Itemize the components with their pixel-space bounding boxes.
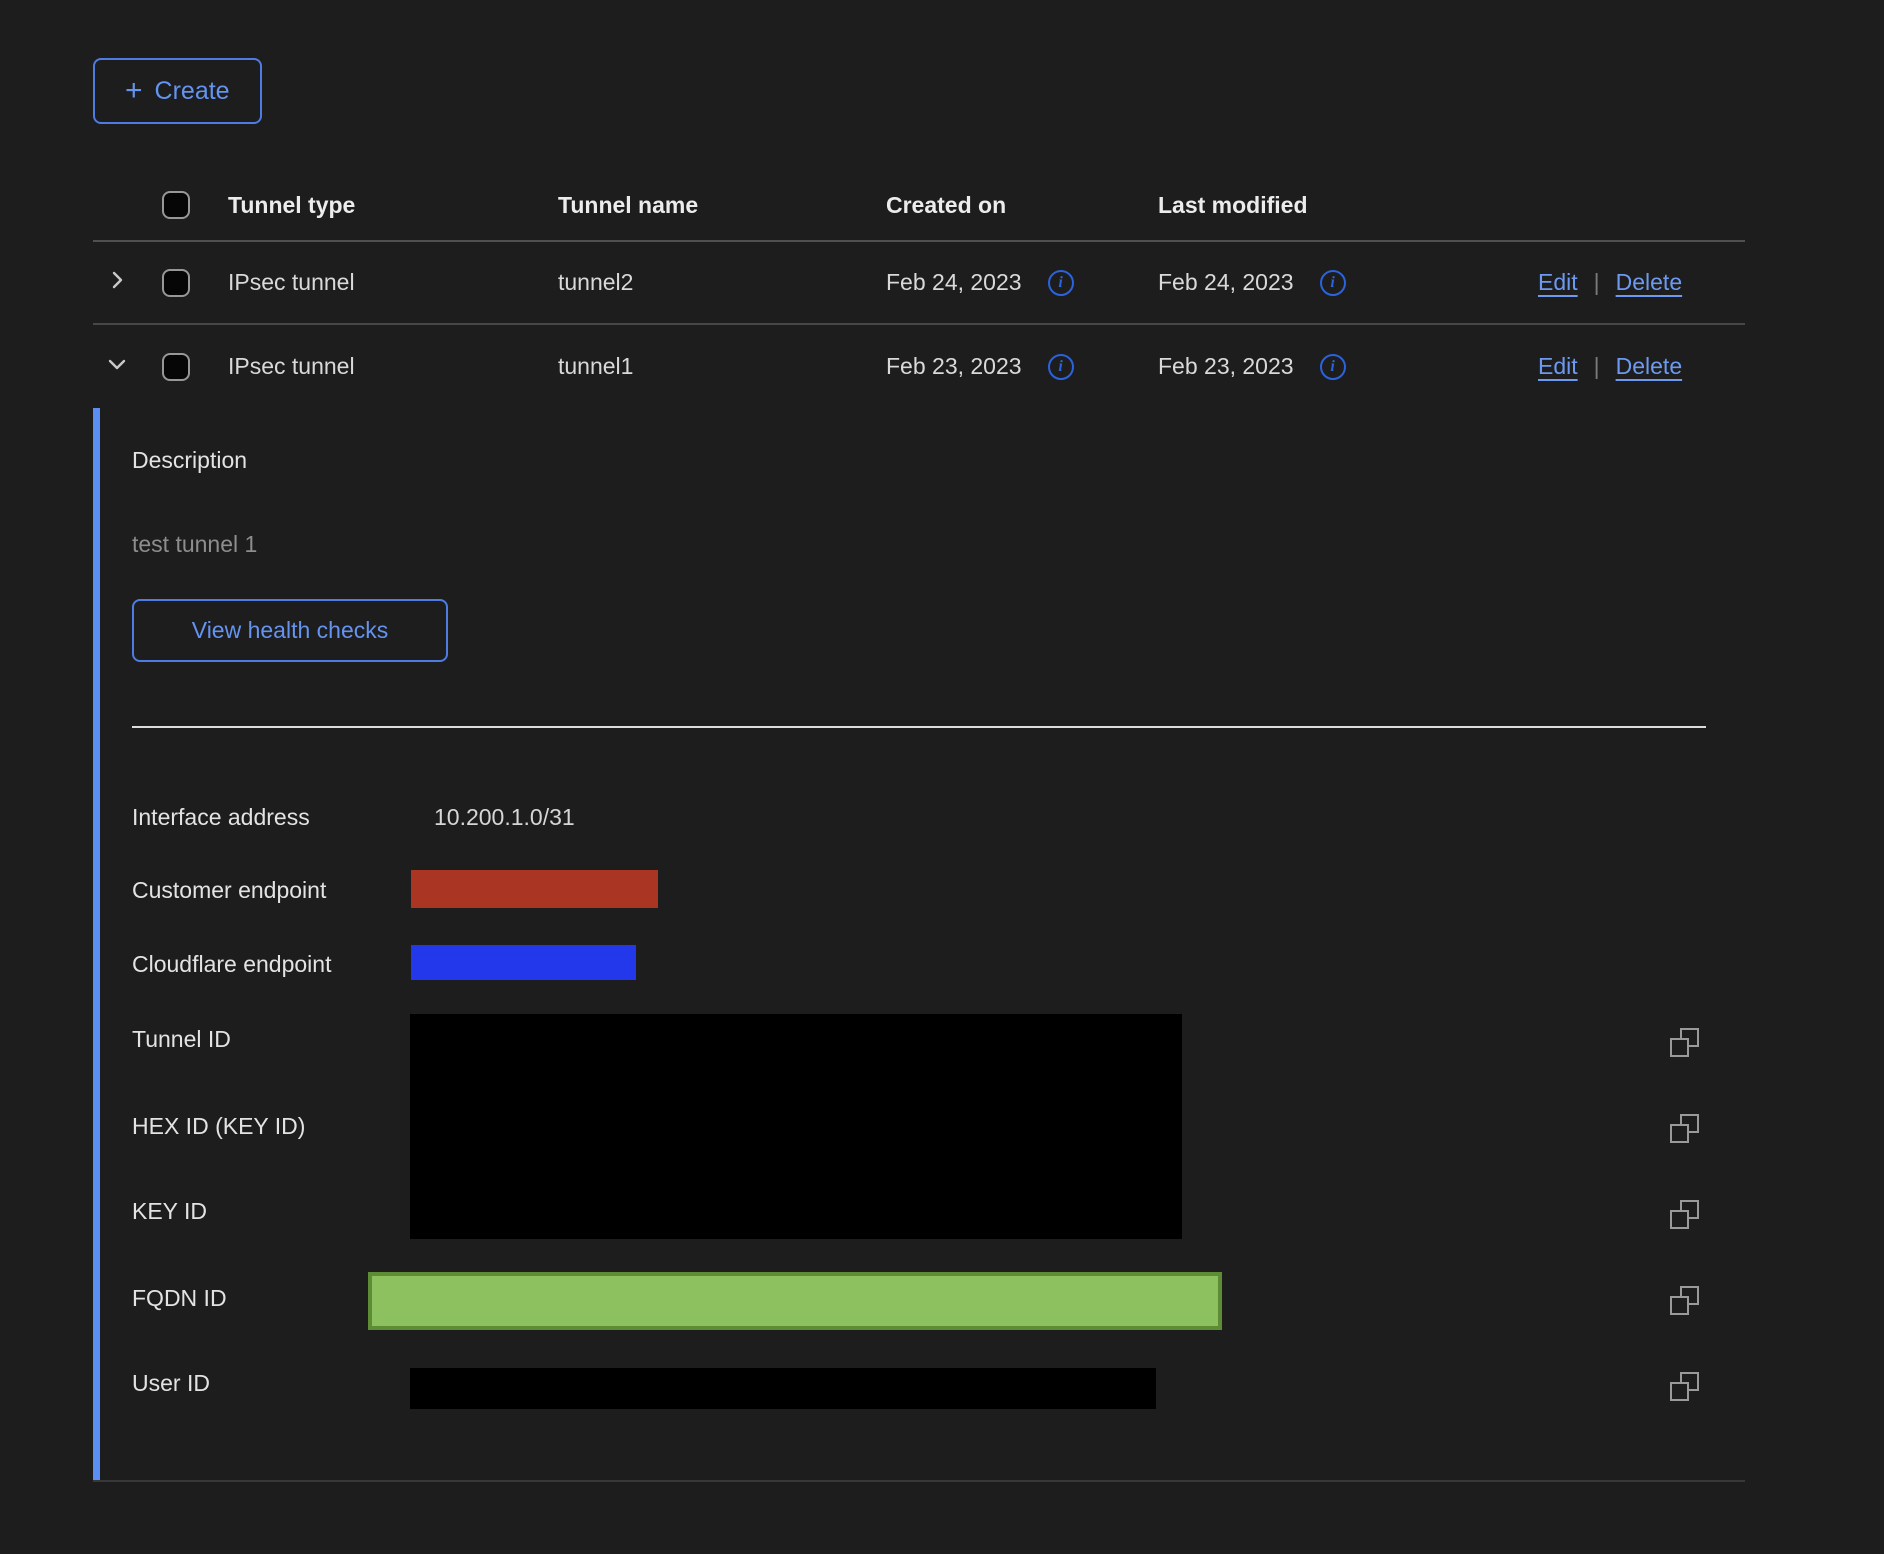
header-tunnel-name: Tunnel name <box>558 192 886 219</box>
copy-icon[interactable] <box>1670 1114 1699 1143</box>
tunnel-id-label: Tunnel ID <box>132 1024 231 1054</box>
view-health-checks-button[interactable]: View health checks <box>132 599 448 662</box>
select-all-checkbox[interactable] <box>162 191 190 219</box>
last-modified-value: Feb 23, 2023 <box>1158 353 1294 380</box>
ids-redaction-block <box>410 1014 1182 1239</box>
key-id-label: KEY ID <box>132 1196 207 1226</box>
edit-link[interactable]: Edit <box>1538 353 1578 380</box>
info-icon[interactable]: i <box>1048 354 1074 380</box>
fqdn-id-label: FQDN ID <box>132 1283 227 1313</box>
fqdn-id-redaction <box>368 1272 1222 1330</box>
tunnel-table: Tunnel type Tunnel name Created on Last … <box>93 170 1745 1482</box>
created-on-value: Feb 23, 2023 <box>886 353 1022 380</box>
user-id-label: User ID <box>132 1368 210 1398</box>
created-on-value: Feb 24, 2023 <box>886 269 1022 296</box>
fqdn-id-redaction-fill <box>372 1276 1218 1326</box>
info-icon[interactable]: i <box>1320 354 1346 380</box>
table-row: IPsec tunnel tunnel1 Feb 23, 2023 i Feb … <box>93 325 1745 408</box>
action-separator: | <box>1594 269 1600 296</box>
row-checkbox[interactable] <box>162 353 190 381</box>
collapse-row-toggle[interactable] <box>93 352 162 381</box>
last-modified-value: Feb 24, 2023 <box>1158 269 1294 296</box>
table-header-row: Tunnel type Tunnel name Created on Last … <box>93 170 1745 242</box>
tunnel-detail-panel: Description test tunnel 1 View health ch… <box>93 408 1745 1482</box>
edit-link[interactable]: Edit <box>1538 269 1578 296</box>
cloudflare-endpoint-label: Cloudflare endpoint <box>132 949 331 979</box>
cloudflare-endpoint-redaction <box>411 945 636 980</box>
hex-id-label: HEX ID (KEY ID) <box>132 1111 305 1141</box>
table-row: IPsec tunnel tunnel2 Feb 24, 2023 i Feb … <box>93 242 1745 325</box>
user-id-redaction <box>410 1368 1156 1409</box>
customer-endpoint-redaction <box>411 870 658 908</box>
copy-icon[interactable] <box>1670 1028 1699 1057</box>
row-checkbox[interactable] <box>162 269 190 297</box>
header-tunnel-type: Tunnel type <box>228 192 558 219</box>
interface-address-value: 10.200.1.0/31 <box>434 802 575 832</box>
copy-icon[interactable] <box>1670 1200 1699 1229</box>
expand-row-toggle[interactable] <box>93 268 162 297</box>
info-icon[interactable]: i <box>1320 270 1346 296</box>
tunnel-type-cell: IPsec tunnel <box>228 269 558 296</box>
section-divider <box>132 726 1706 728</box>
plus-icon: + <box>125 76 143 106</box>
tunnel-name-cell: tunnel1 <box>558 353 886 380</box>
chevron-right-icon <box>105 268 129 297</box>
interface-address-label: Interface address <box>132 802 310 832</box>
header-last-modified: Last modified <box>1158 192 1538 219</box>
create-button-label: Create <box>155 77 230 106</box>
tunnel-type-cell: IPsec tunnel <box>228 353 558 380</box>
expanded-row-accent-bar <box>93 408 100 1480</box>
tunnel-name-cell: tunnel2 <box>558 269 886 296</box>
create-button[interactable]: + Create <box>93 58 262 124</box>
copy-icon[interactable] <box>1670 1286 1699 1315</box>
tunnels-page: + Create Tunnel type Tunnel name Created… <box>0 0 1884 1482</box>
info-icon[interactable]: i <box>1048 270 1074 296</box>
description-value: test tunnel 1 <box>132 529 257 559</box>
header-created-on: Created on <box>886 192 1158 219</box>
customer-endpoint-label: Customer endpoint <box>132 875 326 905</box>
delete-link[interactable]: Delete <box>1616 353 1682 380</box>
description-label: Description <box>132 445 247 475</box>
copy-icon[interactable] <box>1670 1372 1699 1401</box>
chevron-down-icon <box>105 352 129 381</box>
delete-link[interactable]: Delete <box>1616 269 1682 296</box>
action-separator: | <box>1594 353 1600 380</box>
